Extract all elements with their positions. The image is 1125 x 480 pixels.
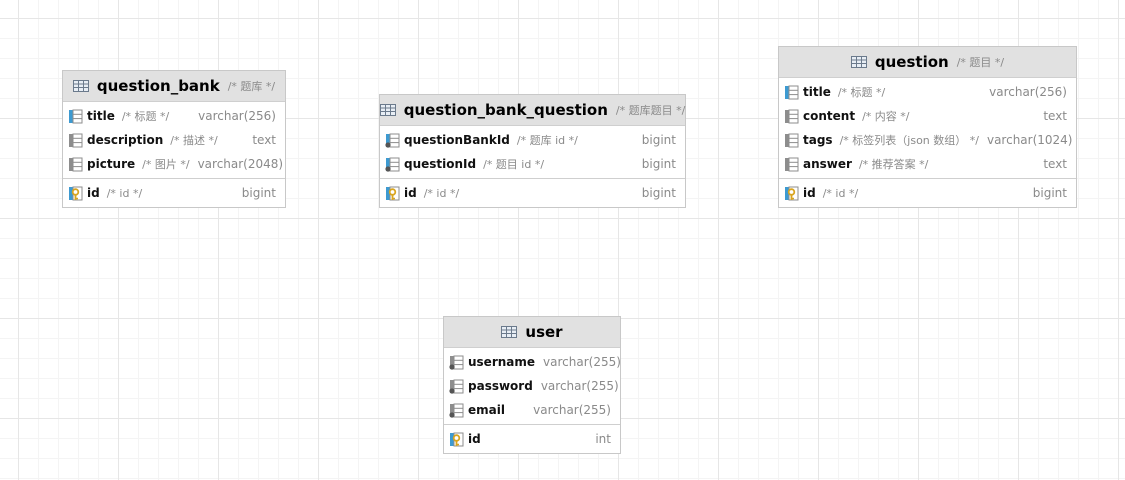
table-question-bank[interactable]: question_bank /* 题库 */ title /* 标题 */ va… bbox=[62, 70, 286, 208]
column-name: answer bbox=[803, 157, 852, 171]
column-comment: /* 内容 */ bbox=[862, 110, 910, 123]
column-type: varchar(255) bbox=[533, 403, 611, 417]
primary-key-icon bbox=[785, 186, 799, 200]
column-name: questionBankId bbox=[404, 133, 510, 147]
primary-key-row[interactable]: id /* id */ bigint bbox=[380, 181, 685, 205]
column-row[interactable]: email varchar(255) bbox=[444, 398, 620, 422]
primary-key-row[interactable]: id int bbox=[444, 427, 620, 451]
column-name: email bbox=[468, 403, 505, 417]
primary-key-icon bbox=[69, 186, 83, 200]
column-comment: /* 描述 */ bbox=[170, 134, 218, 147]
column-row[interactable]: title /* 标题 */ varchar(256) bbox=[779, 80, 1076, 104]
column-icon bbox=[785, 109, 799, 123]
column-type: varchar(256) bbox=[989, 85, 1067, 99]
column-type: varchar(2048) bbox=[197, 157, 284, 171]
table-name: question_bank bbox=[96, 77, 220, 95]
column-type: bigint bbox=[241, 186, 276, 200]
table-user[interactable]: user username varchar(255) password varc… bbox=[443, 316, 621, 454]
column-name: questionId bbox=[404, 157, 477, 171]
column-required-icon bbox=[69, 109, 83, 123]
table-header: question_bank_question /* 题库题目 */ bbox=[379, 95, 686, 126]
column-name: username bbox=[468, 355, 536, 369]
column-icon bbox=[69, 157, 83, 171]
table-question[interactable]: question /* 题目 */ title /* 标题 */ varchar… bbox=[778, 46, 1077, 208]
column-row[interactable]: description /* 描述 */ text bbox=[63, 128, 285, 152]
primary-key-row[interactable]: id /* id */ bigint bbox=[779, 181, 1076, 205]
table-comment: /* 题库 */ bbox=[227, 80, 276, 93]
column-row[interactable]: answer /* 推荐答案 */ text bbox=[779, 152, 1076, 176]
table-name: user bbox=[525, 323, 563, 341]
column-comment: /* id */ bbox=[822, 186, 859, 200]
column-type: int bbox=[595, 432, 611, 446]
column-type: varchar(256) bbox=[198, 109, 276, 123]
table-icon bbox=[72, 80, 89, 92]
table-header: user bbox=[444, 317, 620, 348]
column-type: bigint bbox=[641, 157, 676, 171]
column-name: picture bbox=[87, 157, 136, 171]
column-comment: /* id */ bbox=[423, 186, 460, 200]
column-name: description bbox=[87, 133, 164, 147]
column-comment: /* 标签列表（json 数组） */ bbox=[839, 134, 979, 147]
column-type: bigint bbox=[641, 133, 676, 147]
column-type: varchar(255) bbox=[540, 379, 619, 393]
column-type: text bbox=[1043, 157, 1067, 171]
column-name: content bbox=[803, 109, 856, 123]
column-icon bbox=[69, 133, 83, 147]
column-row[interactable]: title /* 标题 */ varchar(256) bbox=[63, 104, 285, 128]
column-name: id bbox=[468, 432, 481, 446]
column-comment: /* 标题 */ bbox=[121, 110, 170, 123]
column-type: varchar(1024) bbox=[986, 133, 1073, 147]
column-type: varchar(255) bbox=[543, 355, 621, 369]
primary-key-icon bbox=[450, 432, 464, 446]
column-type: bigint bbox=[641, 186, 676, 200]
column-comment: /* 图片 */ bbox=[142, 158, 190, 171]
column-row[interactable]: questionBankId /* 题库 id */ bigint bbox=[380, 128, 685, 152]
column-index-icon bbox=[385, 133, 400, 148]
column-comment: /* 标题 */ bbox=[837, 86, 886, 99]
column-comment: /* 题目 id */ bbox=[483, 158, 545, 171]
table-comment: /* 题目 */ bbox=[956, 56, 1005, 69]
column-row[interactable]: username varchar(255) bbox=[444, 350, 621, 374]
column-icon bbox=[785, 157, 799, 171]
table-question-bank-question[interactable]: question_bank_question /* 题库题目 */ questi… bbox=[379, 94, 686, 208]
column-row[interactable]: content /* 内容 */ text bbox=[779, 104, 1076, 128]
column-comment: /* 推荐答案 */ bbox=[858, 158, 929, 171]
table-name: question bbox=[874, 53, 949, 71]
table-icon bbox=[501, 326, 518, 338]
column-name: tags bbox=[803, 133, 833, 147]
column-type: text bbox=[252, 133, 276, 147]
column-name: id bbox=[404, 186, 417, 200]
column-name: title bbox=[87, 109, 115, 123]
column-type: text bbox=[1043, 109, 1067, 123]
column-index-icon bbox=[449, 379, 464, 394]
column-name: password bbox=[468, 379, 533, 393]
column-required-icon bbox=[785, 85, 799, 99]
column-comment: /* 题库 id */ bbox=[516, 134, 578, 147]
table-header: question_bank /* 题库 */ bbox=[63, 71, 285, 102]
column-index-icon bbox=[449, 403, 464, 418]
column-comment: /* id */ bbox=[106, 186, 143, 200]
table-name: question_bank_question bbox=[403, 101, 608, 119]
column-index-icon bbox=[449, 355, 464, 370]
column-row[interactable]: picture /* 图片 */ varchar(2048) bbox=[63, 152, 285, 176]
column-name: id bbox=[803, 186, 816, 200]
column-name: title bbox=[803, 85, 831, 99]
column-row[interactable]: password varchar(255) bbox=[444, 374, 620, 398]
primary-key-row[interactable]: id /* id */ bigint bbox=[63, 181, 285, 205]
table-header: question /* 题目 */ bbox=[779, 47, 1076, 78]
table-comment: /* 题库题目 */ bbox=[615, 104, 686, 117]
column-name: id bbox=[87, 186, 100, 200]
table-icon bbox=[379, 104, 396, 116]
column-icon bbox=[785, 133, 799, 147]
column-row[interactable]: tags /* 标签列表（json 数组） */ varchar(1024) bbox=[779, 128, 1076, 152]
column-index-icon bbox=[385, 157, 400, 172]
column-row[interactable]: questionId /* 题目 id */ bigint bbox=[380, 152, 685, 176]
table-icon bbox=[850, 56, 867, 68]
primary-key-icon bbox=[386, 186, 400, 200]
column-type: bigint bbox=[1032, 186, 1067, 200]
